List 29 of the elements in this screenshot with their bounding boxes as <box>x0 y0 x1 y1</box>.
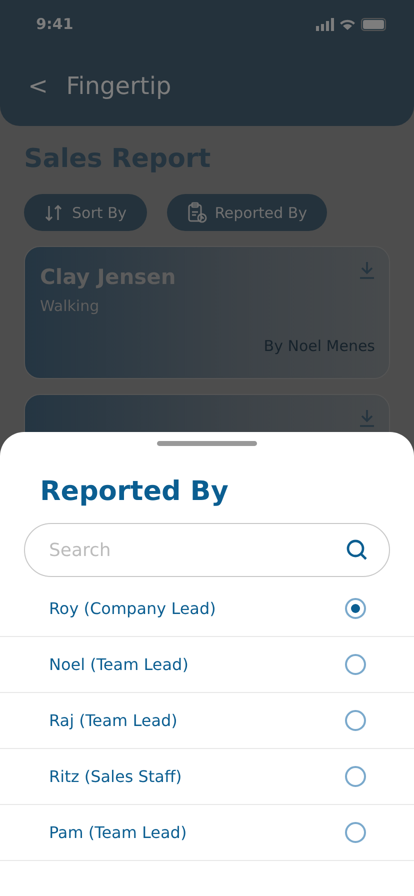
signal-icon <box>316 18 334 30</box>
option-row[interactable]: Pam (Team Lead) <box>0 805 414 861</box>
radio-button[interactable] <box>345 766 366 787</box>
download-icon[interactable] <box>359 261 375 279</box>
option-row[interactable]: Roy (Company Lead) <box>0 581 414 637</box>
report-activity: Walking <box>40 297 100 315</box>
radio-button[interactable] <box>345 654 366 675</box>
status-time: 9:41 <box>36 15 74 33</box>
option-row[interactable]: Ritz (Sales Staff) <box>0 749 414 805</box>
search-field[interactable]: Search <box>24 523 390 577</box>
radio-button[interactable] <box>345 822 366 843</box>
search-icon[interactable] <box>346 539 368 561</box>
clipboard-icon <box>186 202 207 224</box>
option-label: Roy (Company Lead) <box>49 599 216 618</box>
download-icon[interactable] <box>359 409 375 427</box>
radio-button[interactable] <box>345 598 366 619</box>
radio-button[interactable] <box>345 710 366 731</box>
option-label: Noel (Team Lead) <box>49 655 188 674</box>
option-label: Raj (Team Lead) <box>49 711 178 730</box>
sheet-handle[interactable] <box>157 441 257 446</box>
option-row[interactable]: Raj (Team Lead) <box>0 693 414 749</box>
wifi-icon <box>340 18 355 30</box>
option-label: Pam (Team Lead) <box>49 823 187 842</box>
sort-icon <box>44 202 64 222</box>
app-title: Fingertip <box>66 72 172 100</box>
option-label: Ritz (Sales Staff) <box>49 767 182 786</box>
battery-icon <box>361 18 386 30</box>
sheet-title: Reported By <box>40 476 230 507</box>
option-row[interactable]: Noel (Team Lead) <box>0 637 414 693</box>
